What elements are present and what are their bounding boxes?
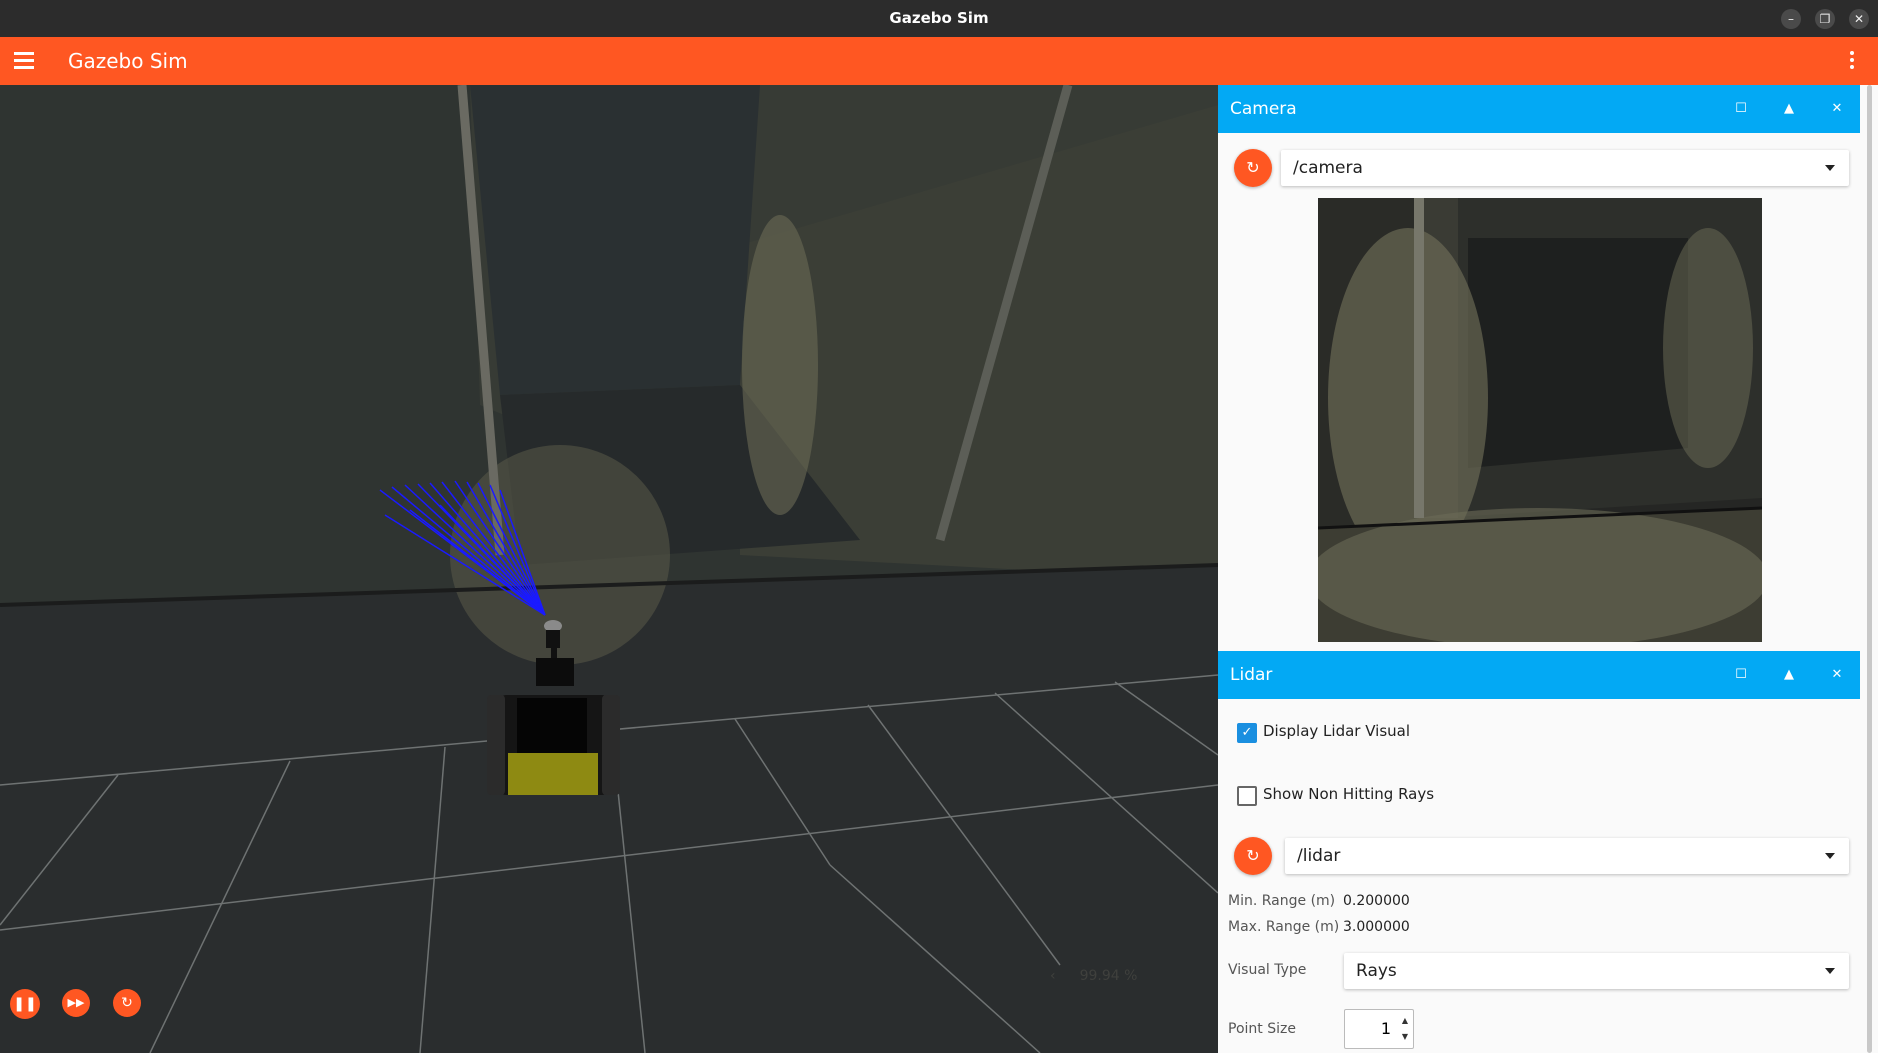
point-size-stepper[interactable]: 1 ▲ ▼ bbox=[1344, 1009, 1414, 1049]
max-range-value: 3.000000 bbox=[1343, 919, 1410, 935]
real-time-factor: ‹ 99.94 % bbox=[1050, 968, 1138, 984]
point-size-value: 1 bbox=[1380, 1019, 1391, 1038]
visual-type-label: Visual Type bbox=[1228, 962, 1307, 978]
lidar-topic-value: /lidar bbox=[1297, 846, 1341, 866]
min-range-value: 0.200000 bbox=[1343, 893, 1410, 909]
refresh-icon[interactable]: ↻ bbox=[1234, 149, 1272, 187]
camera-image bbox=[1318, 198, 1762, 642]
app-bar: Gazebo Sim bbox=[0, 37, 1878, 85]
stepper-up-icon[interactable]: ▲ bbox=[1402, 1016, 1408, 1025]
step-icon[interactable]: ▶▶ bbox=[62, 989, 90, 1017]
chevron-down-icon bbox=[1825, 853, 1835, 859]
show-non-hitting-rays-checkbox[interactable] bbox=[1237, 786, 1257, 806]
close-icon[interactable]: ✕ bbox=[1827, 99, 1847, 119]
restore-icon[interactable]: ❐ bbox=[1815, 9, 1835, 29]
os-titlebar: Gazebo Sim – ❐ ✕ bbox=[0, 0, 1878, 37]
kebab-icon[interactable] bbox=[1850, 51, 1854, 72]
collapse-icon[interactable]: ▲ bbox=[1779, 99, 1799, 119]
pause-icon[interactable]: ❚❚ bbox=[10, 989, 40, 1019]
reset-icon[interactable]: ↻ bbox=[113, 989, 141, 1017]
camera-panel: Camera ☐ ▲ ✕ ↻ /camera bbox=[1218, 85, 1860, 651]
chevron-down-icon bbox=[1825, 165, 1835, 171]
refresh-icon[interactable]: ↻ bbox=[1234, 837, 1272, 875]
lidar-panel-header: Lidar ☐ ▲ ✕ bbox=[1218, 651, 1860, 699]
min-range-label: Min. Range (m) bbox=[1228, 893, 1336, 909]
window-title: Gazebo Sim bbox=[889, 9, 989, 27]
camera-topic-value: /camera bbox=[1293, 158, 1363, 178]
visual-type-select[interactable]: Rays bbox=[1344, 953, 1849, 989]
collapse-icon[interactable]: ▲ bbox=[1779, 665, 1799, 685]
panel-scrollbar[interactable] bbox=[1860, 85, 1878, 1053]
scene-3d-view[interactable]: ❚❚ ▶▶ ↻ ‹ 99.94 % bbox=[0, 85, 1218, 1053]
camera-panel-title: Camera bbox=[1230, 99, 1297, 119]
chevron-down-icon bbox=[1825, 968, 1835, 974]
display-lidar-visual-checkbox[interactable]: ✓ bbox=[1237, 723, 1257, 743]
camera-topic-select[interactable]: /camera bbox=[1281, 150, 1849, 186]
camera-panel-header: Camera ☐ ▲ ✕ bbox=[1218, 85, 1860, 133]
close-icon[interactable]: ✕ bbox=[1849, 9, 1869, 29]
maximize-icon[interactable]: ☐ bbox=[1731, 665, 1751, 685]
maximize-icon[interactable]: ☐ bbox=[1731, 99, 1751, 119]
stepper-down-icon[interactable]: ▼ bbox=[1402, 1032, 1408, 1041]
hamburger-icon[interactable] bbox=[14, 52, 34, 70]
scrollbar-thumb[interactable] bbox=[1867, 85, 1872, 1053]
visual-type-value: Rays bbox=[1356, 961, 1397, 981]
lidar-topic-select[interactable]: /lidar bbox=[1285, 838, 1849, 874]
scene-render bbox=[0, 85, 1218, 1053]
close-icon[interactable]: ✕ bbox=[1827, 665, 1847, 685]
app-title: Gazebo Sim bbox=[68, 49, 188, 73]
max-range-label: Max. Range (m) bbox=[1228, 919, 1340, 935]
display-lidar-visual-label: Display Lidar Visual bbox=[1263, 722, 1411, 740]
point-size-label: Point Size bbox=[1228, 1021, 1296, 1037]
lidar-panel: Lidar ☐ ▲ ✕ ✓ Display Lidar Visual Show … bbox=[1218, 651, 1860, 1053]
lidar-panel-title: Lidar bbox=[1230, 665, 1273, 685]
minimize-icon[interactable]: – bbox=[1781, 9, 1801, 29]
show-non-hitting-rays-label: Show Non Hitting Rays bbox=[1263, 785, 1435, 803]
